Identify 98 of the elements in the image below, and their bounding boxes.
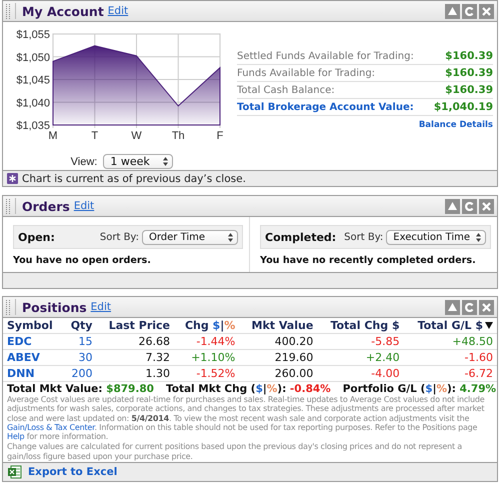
- table-cell: -1.60: [404, 350, 497, 366]
- sort-select[interactable]: Order Time: [142, 230, 238, 244]
- table-cell: 7.32: [96, 350, 174, 366]
- panel-title: Positions: [22, 300, 87, 314]
- sort-select[interactable]: Execution Time: [386, 230, 486, 244]
- balance-label: Total Cash Balance:: [237, 84, 335, 96]
- updown-arrow-icon: [163, 157, 168, 166]
- total-label: Portfolio G/L ($|%):: [342, 383, 456, 395]
- disclaimer-text: Change values are calculated for current positions based upon the previous day's closing prices and do not represent a gain/loss figure based upon your purchase price.: [7, 442, 464, 462]
- x-tick-label: Th: [172, 130, 185, 142]
- table-cell: +2.40: [317, 350, 404, 366]
- balance-value: $160.39: [445, 84, 493, 96]
- table-cell: 15: [63, 334, 96, 350]
- link[interactable]: Gain/Loss & Tax Center: [7, 422, 94, 432]
- empty-message: You have no recently completed orders.: [260, 255, 477, 266]
- asterisk-icon: [7, 173, 18, 184]
- column-header[interactable]: Mkt Value: [239, 318, 318, 334]
- disclaimer-text: Average Cost values are updated real-time for purchases and sales. Real-time updates to Average Cost values do not include adjustments for wash sales, corporate actions, and changes to tax strategies. These adjustments are processed after market close and were last updated on: 5/4/2014. To view the most recent wash sale and corporate action adjustments visit the Gain/Loss & Tax Center. Information on this table should not be used for tax reporting purposes. Refer to the Positions page Help for more information.: [7, 395, 486, 442]
- balance-label: Funds Available for Trading:: [237, 68, 376, 78]
- close-button[interactable]: [479, 300, 494, 314]
- panel-title: Orders: [22, 198, 70, 214]
- section-label: Completed:: [265, 230, 336, 244]
- table-cell: -1.44%: [174, 334, 240, 350]
- balance-label: Total Brokerage Account Value:: [237, 102, 414, 112]
- total-value: -0.84%: [290, 383, 331, 395]
- sort-label: Sort By:: [100, 232, 139, 242]
- total-value: 4.79%: [460, 383, 496, 395]
- balance-label: Settled Funds Available for Trading:: [237, 50, 414, 62]
- triangle-icon: [448, 202, 457, 210]
- total-value: $879.80: [106, 383, 154, 395]
- table-cell: 219.60: [239, 350, 318, 366]
- section-label: Open:: [18, 230, 55, 244]
- y-tick-label: $1,045: [16, 74, 50, 86]
- close-icon: [482, 302, 491, 312]
- table-cell: -5.85: [317, 334, 404, 350]
- export-link[interactable]: Export to Excel: [28, 466, 118, 478]
- view-label: View:: [70, 156, 98, 168]
- link[interactable]: Help: [7, 432, 24, 442]
- table-cell: 30: [63, 350, 96, 366]
- triangle-icon: [448, 7, 457, 15]
- edit-link[interactable]: Edit: [108, 5, 128, 17]
- table-cell: -1.52%: [174, 366, 240, 381]
- symbol-link[interactable]: ABEV: [3, 350, 64, 366]
- view-select[interactable]: 1 week: [103, 154, 174, 169]
- balance-details-link[interactable]: Balance Details: [418, 120, 493, 130]
- edit-link[interactable]: Edit: [74, 200, 94, 212]
- balance-value: $160.39: [445, 67, 493, 79]
- x-tick-label: T: [91, 130, 98, 142]
- refresh-button[interactable]: [462, 198, 477, 214]
- table-cell: 1.30: [96, 366, 174, 381]
- y-tick-label: $1,050: [16, 52, 50, 64]
- refresh-icon: [465, 302, 474, 312]
- close-button[interactable]: [479, 4, 494, 18]
- table-cell: 400.20: [239, 334, 318, 350]
- column-header[interactable]: Symbol: [3, 318, 64, 334]
- x-tick-label: F: [216, 130, 224, 142]
- edit-link[interactable]: Edit: [90, 301, 112, 313]
- spreadsheet-icon: [8, 465, 22, 480]
- table-cell: 260.00: [239, 366, 318, 381]
- collapse-button[interactable]: [445, 4, 460, 18]
- close-icon: [482, 6, 491, 16]
- refresh-button[interactable]: [462, 4, 477, 18]
- x-tick-label: W: [131, 130, 142, 142]
- refresh-icon: [465, 202, 474, 210]
- chart-note: Chart is current as of previous day’s close.: [22, 172, 246, 184]
- table-cell: +48.50: [404, 334, 497, 350]
- total-label: Total Mkt Chg ($|%):: [166, 383, 286, 395]
- column-header[interactable]: Chg $|%: [174, 318, 240, 334]
- balance-value: $1,040.19: [434, 101, 493, 113]
- table-cell: 200: [63, 366, 96, 381]
- y-tick-label: $1,055: [16, 29, 50, 41]
- table-cell: -4.00: [317, 366, 404, 381]
- updown-arrow-icon: [228, 232, 233, 242]
- x-tick-label: M: [48, 130, 58, 142]
- updown-arrow-icon: [476, 232, 481, 242]
- empty-message: You have no open orders.: [13, 255, 152, 266]
- table-cell: 26.68: [96, 334, 174, 350]
- triangle-icon: [448, 303, 457, 311]
- column-header[interactable]: Total G/L $: [404, 318, 497, 334]
- total-label: Total Mkt Value:: [7, 383, 102, 395]
- column-header[interactable]: Total Chg $: [317, 318, 404, 334]
- panel-title: My Account: [22, 4, 104, 18]
- close-button[interactable]: [479, 198, 494, 214]
- column-header[interactable]: Qty: [63, 318, 96, 334]
- symbol-link[interactable]: DNN: [3, 366, 64, 381]
- symbol-link[interactable]: EDC: [3, 334, 64, 350]
- table-cell: +1.10%: [174, 350, 240, 366]
- collapse-button[interactable]: [445, 300, 460, 314]
- balance-value: $160.39: [445, 50, 493, 62]
- y-tick-label: $1,040: [16, 97, 50, 110]
- close-icon: [482, 202, 491, 210]
- refresh-button[interactable]: [462, 300, 477, 314]
- refresh-icon: [465, 6, 474, 16]
- column-header[interactable]: Last Price: [96, 318, 174, 334]
- y-tick-label: $1,035: [16, 120, 50, 132]
- collapse-button[interactable]: [445, 198, 460, 214]
- table-cell: -6.72: [404, 366, 497, 381]
- sort-label: Sort By:: [344, 232, 384, 242]
